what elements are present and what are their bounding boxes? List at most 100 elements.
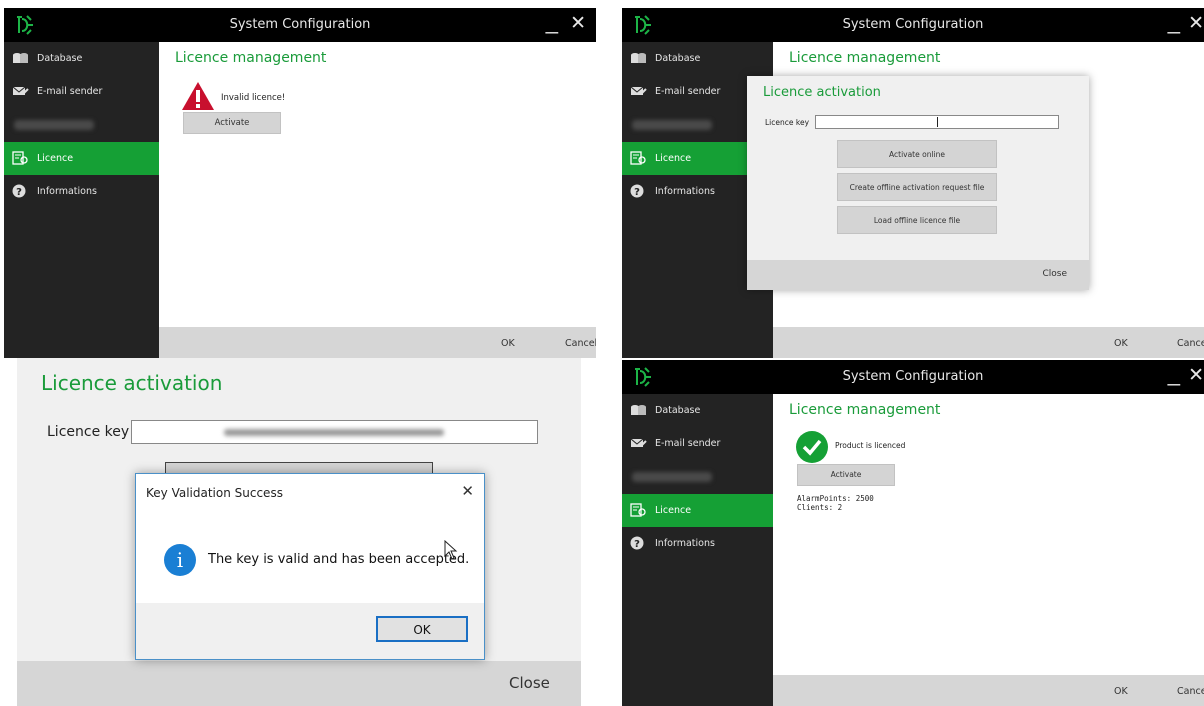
footer-bar: OK Cancel (773, 327, 1204, 358)
activate-button[interactable]: Activate (797, 464, 895, 486)
message-box: Key Validation Success ✕ i The key is va… (135, 473, 485, 660)
dialog-close-button[interactable]: Close (509, 674, 550, 692)
close-button[interactable]: ✕ (1188, 365, 1204, 387)
question-icon: ? (630, 536, 644, 550)
minimize-button[interactable]: _ (1168, 10, 1180, 34)
page-title: Licence management (789, 402, 941, 418)
question-icon: ? (630, 184, 644, 198)
sidebar-item-database[interactable]: Database (622, 394, 777, 427)
message-box-title: Key Validation Success (146, 486, 283, 500)
zoomed-activation-view: Licence activation Licence key Close Key… (17, 358, 581, 706)
sidebar-item-informations[interactable]: ? Informations (4, 175, 159, 208)
sidebar-item-label: E-mail sender (655, 86, 721, 97)
dialog-footer: Close (747, 260, 1089, 290)
title-bar: System Configuration _ ✕ (622, 8, 1204, 42)
footer-bar: OK Cancel (159, 327, 596, 358)
checkmark-icon (796, 431, 828, 463)
sidebar-item-label: Informations (655, 186, 715, 197)
blurred-item-icon (14, 120, 94, 130)
page-title: Licence management (789, 50, 941, 66)
sidebar-item-database[interactable]: Database (622, 42, 777, 75)
warning-icon (182, 82, 214, 110)
ok-button[interactable]: OK (1114, 686, 1128, 697)
licence-icon (630, 503, 646, 517)
licence-icon (12, 151, 28, 165)
message-box-close-button[interactable]: ✕ (461, 482, 474, 500)
window-licenced: System Configuration _ ✕ Database E-mail… (622, 360, 1204, 706)
title-bar: System Configuration _ ✕ (4, 8, 596, 42)
sidebar-item-label: Licence (655, 505, 692, 516)
envelope-icon (630, 86, 647, 95)
sidebar-item-informations[interactable]: ? Informations (622, 527, 777, 560)
licence-icon (630, 151, 646, 165)
title-bar: System Configuration _ ✕ (622, 360, 1204, 394)
ok-button[interactable]: OK (501, 338, 515, 349)
close-button[interactable]: ✕ (570, 13, 586, 35)
window-activation-dialog: System Configuration _ ✕ Database E-mail… (622, 8, 1204, 358)
window-title: System Configuration (229, 17, 371, 32)
database-icon (13, 53, 28, 63)
blurred-key-value (224, 429, 444, 436)
dialog-title: Licence activation (41, 371, 223, 395)
dialog-title: Licence activation (763, 85, 881, 100)
sidebar-item-blurred[interactable] (622, 460, 777, 493)
status-text: Invalid licence! (221, 93, 286, 103)
content-area: Licence management Invalid licence! Acti… (159, 42, 596, 358)
create-offline-request-button[interactable]: Create offline activation request file (837, 173, 997, 201)
blurred-item-icon (632, 120, 712, 130)
sidebar: Database E-mail sender Licence ? Informa… (622, 394, 773, 706)
sidebar-item-database[interactable]: Database (4, 42, 159, 75)
sidebar-item-label: Database (655, 53, 701, 64)
sidebar-item-licence[interactable]: Licence (4, 142, 159, 175)
activate-button[interactable]: Activate (183, 112, 281, 134)
content-area: Licence management Product is licenced A… (773, 394, 1204, 706)
licence-detail-alarmpoints: AlarmPoints: 2500 (797, 494, 874, 503)
sidebar-item-label: E-mail sender (37, 86, 103, 97)
svg-text:?: ? (634, 539, 640, 550)
minimize-button[interactable]: _ (1168, 362, 1180, 386)
sidebar-item-label: Informations (655, 538, 715, 549)
text-cursor (937, 117, 938, 127)
cancel-button[interactable]: Cancel (565, 338, 596, 349)
database-icon (631, 405, 646, 415)
message-box-ok-button[interactable]: OK (376, 616, 468, 642)
window-invalid-licence: System Configuration _ ✕ Database E-mail… (4, 8, 596, 358)
blurred-item-icon (632, 472, 712, 482)
close-button[interactable]: ✕ (1188, 13, 1204, 35)
page-title: Licence management (175, 50, 327, 66)
licence-key-label: Licence key (47, 424, 130, 440)
window-title: System Configuration (842, 17, 984, 32)
activate-online-button[interactable]: Activate online (837, 140, 997, 168)
licence-key-label: Licence key (765, 118, 810, 127)
sidebar-item-label: Informations (37, 186, 97, 197)
svg-text:?: ? (634, 187, 640, 198)
licence-activation-dialog: Licence activation Licence key Activate … (747, 76, 1089, 290)
sidebar: Database E-mail sender Licence ? Informa… (4, 42, 159, 358)
sidebar-item-licence[interactable]: Licence (622, 494, 773, 527)
sidebar-item-label: E-mail sender (655, 438, 721, 449)
sidebar-item-label: Licence (655, 153, 692, 164)
envelope-icon (12, 86, 29, 95)
sidebar-item-email-sender[interactable]: E-mail sender (622, 427, 777, 460)
question-icon: ? (12, 184, 26, 198)
footer-bar: OK Cancel (773, 675, 1204, 706)
database-icon (631, 53, 646, 63)
window-title: System Configuration (842, 369, 984, 384)
info-icon: i (164, 544, 196, 576)
licence-key-input[interactable] (131, 420, 538, 444)
load-offline-licence-button[interactable]: Load offline licence file (837, 206, 997, 234)
sidebar-item-label: Licence (37, 153, 74, 164)
sidebar-item-label: Database (37, 53, 83, 64)
status-text: Product is licenced (835, 441, 906, 450)
cancel-button[interactable]: Cancel (1177, 338, 1204, 349)
ok-button[interactable]: OK (1114, 338, 1128, 349)
dialog-close-button[interactable]: Close (1042, 269, 1067, 279)
message-box-footer: OK (136, 603, 484, 659)
message-text: The key is valid and has been accepted. (208, 552, 470, 567)
mouse-pointer-icon (444, 540, 458, 560)
sidebar-item-email-sender[interactable]: E-mail sender (4, 75, 159, 108)
minimize-button[interactable]: _ (546, 10, 558, 34)
cancel-button[interactable]: Cancel (1177, 686, 1204, 697)
svg-text:?: ? (16, 187, 22, 198)
sidebar-item-blurred[interactable] (4, 108, 159, 141)
